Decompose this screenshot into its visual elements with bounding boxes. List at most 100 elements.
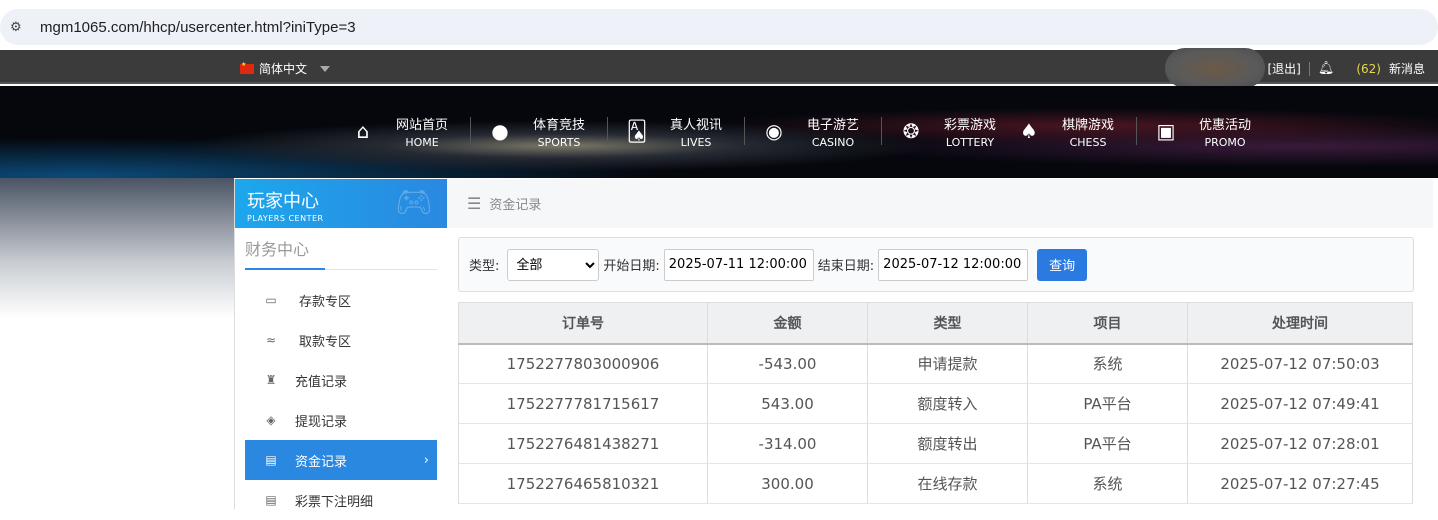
nav-label-en: SPORTS (537, 135, 581, 149)
sidebar-item-5[interactable]: ▤ 彩票下注明细 (245, 480, 437, 520)
nav-sports[interactable]: ● 体育竞技 SPORTS (489, 114, 607, 149)
column-header: 项目 (1027, 302, 1188, 345)
nav-chess[interactable]: ♠ 棋牌游戏 CHESS (1018, 114, 1136, 149)
sidebar-item-3[interactable]: ◈ 提现记录 (245, 400, 437, 440)
table-cell: -314.00 (707, 423, 868, 464)
divider (1308, 61, 1310, 76)
background (0, 178, 234, 318)
language-selector[interactable]: 简体中文 (240, 60, 331, 77)
sidebar-item-label: 提现记录 (295, 414, 348, 430)
nav-label-cn: 优惠活动 (1198, 117, 1251, 133)
query-button[interactable]: 查询 (1037, 248, 1088, 281)
table-row: 1752276481438271 -314.00 额度转出 PA平台 2025-07-1… (458, 423, 1413, 464)
type-label: 类型: (469, 259, 500, 274)
nav-label-en: CHESS (1069, 135, 1107, 149)
table-cell: 1752277781715617 (458, 383, 708, 424)
nav-promo[interactable]: ▣ 优惠活动 PROMO (1155, 114, 1273, 149)
nav-lottery[interactable]: ❂ 彩票游戏 LOTTERY (900, 114, 1018, 149)
breadcrumb: ☰ 资金记录 (447, 179, 1433, 228)
table-cell: -543.00 (707, 343, 868, 384)
site-settings-icon[interactable]: ⚙ (10, 20, 26, 35)
nav-casino[interactable]: ◉ 电子游艺 CASINO (763, 114, 881, 149)
wallet-icon: ◈ (266, 413, 276, 427)
sidebar-item-label: 彩票下注明细 (295, 494, 374, 510)
sidebar-item-2[interactable]: ♜ 充值记录 (245, 360, 437, 400)
bell-icon[interactable]: 🔔︎ (1318, 61, 1335, 76)
sidebar-item-label: 取款专区 (299, 334, 352, 350)
gift-icon: ▣ (1156, 119, 1176, 143)
menu-icon: ☰ (467, 194, 482, 213)
nav-label-cn: 真人视讯 (669, 117, 722, 133)
nav-divider (470, 117, 471, 145)
nav-home[interactable]: ⌂ 网站首页 HOME (352, 114, 470, 149)
table-cell: PA平台 (1027, 383, 1188, 424)
messages-link[interactable]: 新消息 (1389, 60, 1425, 77)
table-row: 1752277781715617 543.00 额度转入 PA平台 2025-07-12… (458, 383, 1413, 424)
end-date-label: 结束日期: (817, 259, 875, 274)
sidebar-item-0[interactable]: ▭ 存款专区 (245, 280, 437, 320)
logout-link[interactable]: [退出] (1267, 60, 1300, 77)
main-panel: ☰ 资金记录 类型: 全部 开始日期: 结束日期: 查询 订单号金额类型项目处理… (447, 179, 1433, 509)
nav-divider (607, 117, 608, 145)
records-table: 订单号 金额 类型 项目 处理时间 1752277803000906 -543.00 申请提… (458, 302, 1413, 504)
table-cell: 系统 (1027, 463, 1188, 504)
nav-divider (744, 117, 745, 145)
table-cell: 1752277803000906 (458, 343, 708, 384)
table-cell: 2025-07-12 07:27:45 (1187, 463, 1413, 504)
finance-center-tab[interactable]: 财务中心 (245, 236, 437, 270)
spade-icon: ♠ (1020, 119, 1038, 143)
home-icon: ⌂ (356, 119, 370, 143)
table-cell: 申请提款 (867, 343, 1028, 384)
china-flag-icon (240, 61, 254, 74)
cash-icon: ▤ (265, 453, 277, 467)
start-date-input[interactable] (663, 248, 814, 281)
caret-down-icon (320, 65, 331, 72)
cards-icon: 🂡 (626, 119, 648, 143)
column-header: 处理时间 (1187, 302, 1413, 345)
table-cell: 在线存款 (867, 463, 1028, 504)
chevron-right-icon: › (423, 452, 429, 468)
sidebar-item-label: 存款专区 (299, 294, 352, 310)
nav-label-cn: 网站首页 (395, 117, 448, 133)
table-cell: 543.00 (707, 383, 868, 424)
table-cell: PA平台 (1027, 423, 1188, 464)
table-cell: 300.00 (707, 463, 868, 504)
column-header: 金额 (707, 302, 868, 345)
money-bag-icon: ♜ (265, 373, 277, 387)
breadcrumb-label: 资金记录 (489, 198, 542, 213)
top-bar: 简体中文 [退出] 🔔︎ (62) 新消息 (0, 48, 1438, 88)
banner: ⌂ 网站首页 HOME ● 体育竞技 SPORTS 🂡 真人视讯 LIVES ◉ 电子游艺 CASIN… (0, 86, 1438, 178)
lottery-balls-icon: ❂ (902, 119, 920, 143)
table-cell: 额度转出 (867, 423, 1028, 464)
sidebar-item-label: 资金记录 (295, 454, 348, 470)
ball-icon: ● (491, 119, 509, 143)
blurred-username (1165, 48, 1265, 88)
table-cell: 2025-07-12 07:50:03 (1187, 343, 1413, 384)
list-icon: ▤ (265, 493, 277, 507)
gamepad-icon: 🎮︎ (394, 185, 433, 220)
nav-label-en: HOME (405, 135, 439, 149)
table-row: 1752276465810321 300.00 在线存款 系统 2025-07-12 0… (458, 463, 1413, 504)
table-cell: 额度转入 (867, 383, 1028, 424)
table-cell: 2025-07-12 07:49:41 (1187, 383, 1413, 424)
table-cell: 2025-07-12 07:28:01 (1187, 423, 1413, 464)
url-text: mgm1065.com/hhcp/usercenter.html?iniType… (40, 18, 356, 36)
nav-label-cn: 棋牌游戏 (1061, 117, 1114, 133)
language-label: 简体中文 (259, 62, 308, 76)
nav-label-cn: 体育竞技 (532, 117, 585, 133)
type-select[interactable]: 全部 (507, 248, 600, 281)
nav-label-en: LOTTERY (945, 135, 995, 149)
nav-lives[interactable]: 🂡 真人视讯 LIVES (626, 114, 744, 149)
sidebar-item-1[interactable]: ≈ 取款专区 (245, 320, 437, 360)
nav-divider (1136, 117, 1137, 145)
sidebar-item-4[interactable]: ▤ 资金记录 › (245, 440, 437, 480)
column-header: 类型 (867, 302, 1028, 345)
sidebar: 玩家中心 PLAYERS CENTER 🎮︎ 财务中心 ▭ 存款专区 ≈ 取款专区 ♜ 充… (234, 179, 447, 510)
message-count[interactable]: (62) (1356, 62, 1381, 76)
column-header: 订单号 (458, 302, 708, 345)
table-row: 1752277803000906 -543.00 申请提款 系统 2025-07-12 … (458, 343, 1413, 384)
end-date-input[interactable] (878, 248, 1029, 281)
filter-bar: 类型: 全部 开始日期: 结束日期: 查询 (458, 237, 1414, 292)
address-bar[interactable]: ⚙ mgm1065.com/hhcp/usercenter.html?iniTy… (0, 9, 1438, 45)
sidebar-item-label: 充值记录 (295, 374, 348, 390)
